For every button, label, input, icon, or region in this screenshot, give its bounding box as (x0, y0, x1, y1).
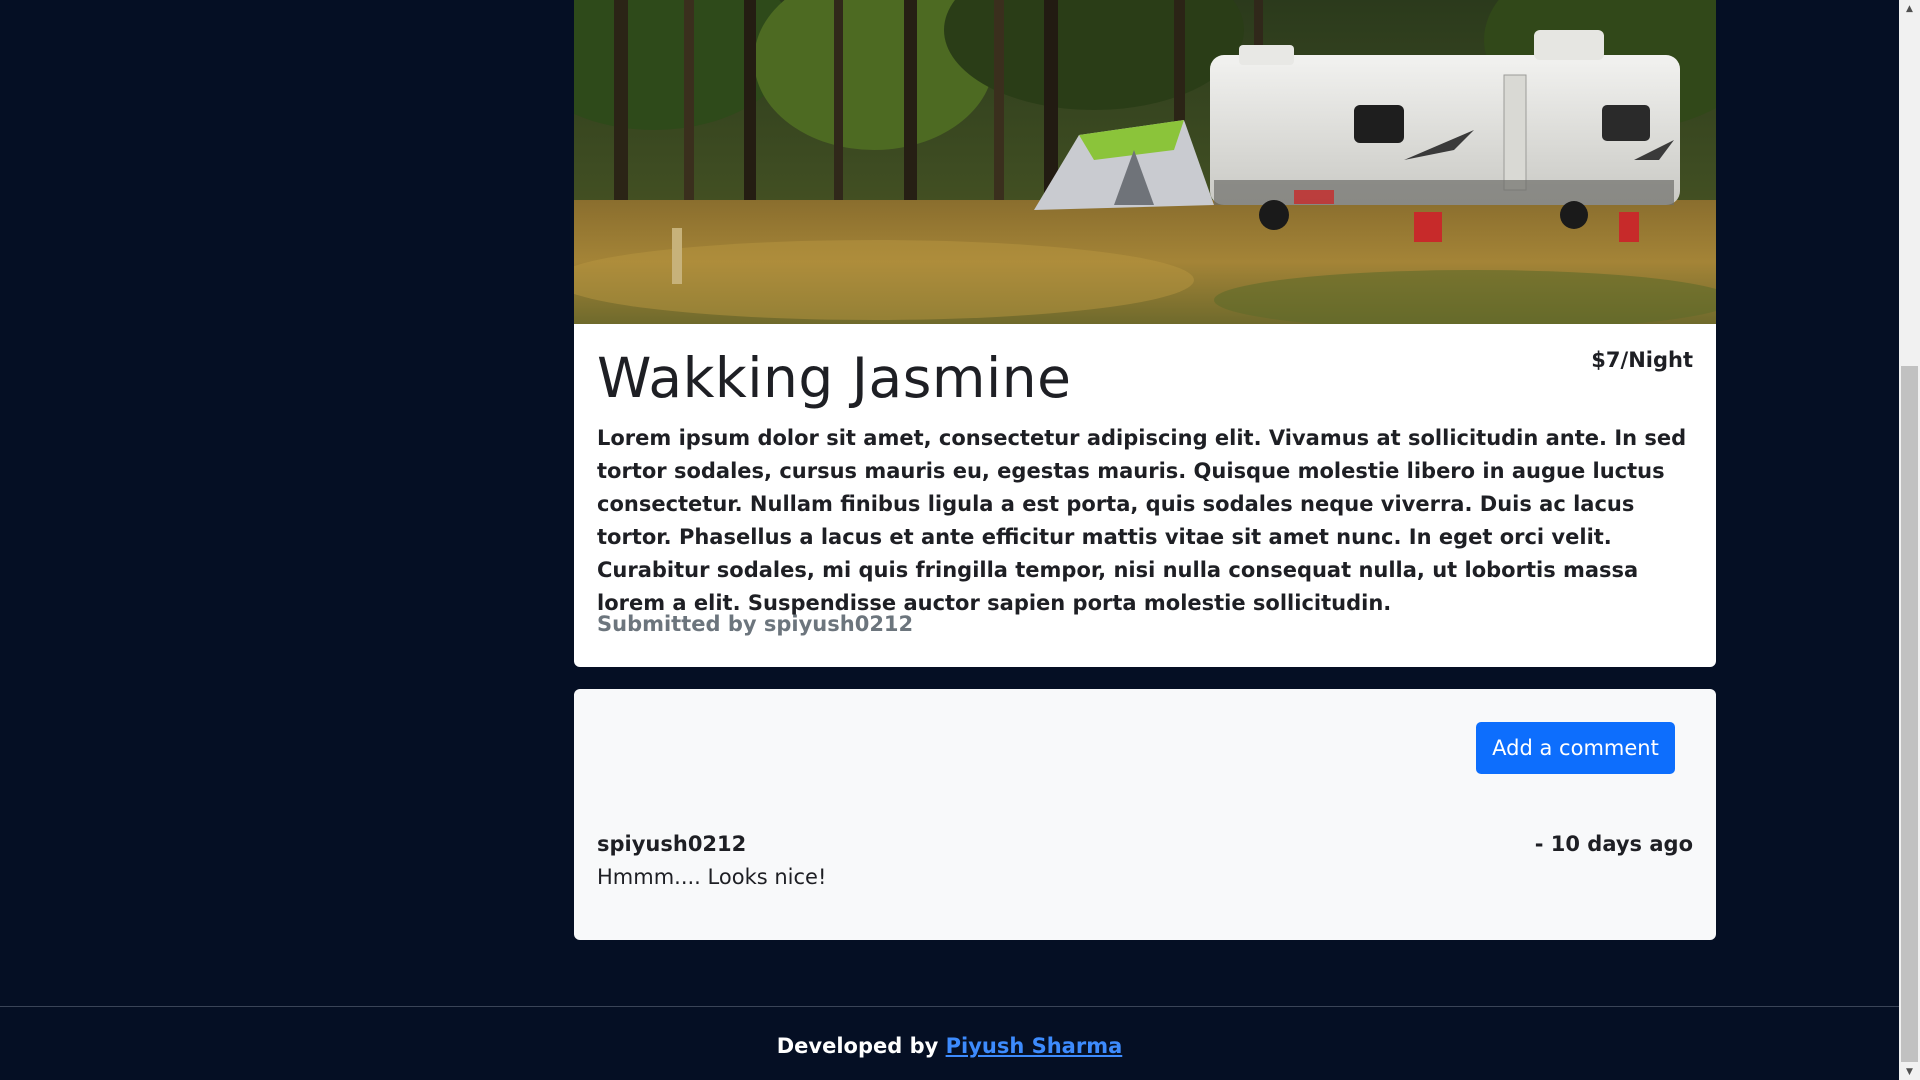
campground-description: Lorem ipsum dolor sit amet, consectetur … (597, 426, 1687, 615)
campground-price: $7/Night (1591, 348, 1693, 372)
author-link[interactable]: Piyush Sharma (946, 1034, 1123, 1058)
footer: Developed by Piyush Sharma (0, 1006, 1899, 1080)
campground-image (574, 0, 1716, 324)
comment-text: Hmmm.... Looks nice! (597, 865, 827, 889)
comment-time: - 10 days ago (1534, 832, 1693, 856)
scrollbar-thumb[interactable] (1901, 366, 1918, 1062)
triangle-down-icon[interactable]: ▼ (1899, 1063, 1920, 1080)
campground-card: Wakking Jasmine $7/Night Lorem ipsum dol… (574, 0, 1716, 667)
vertical-scrollbar[interactable]: ▲ ▼ (1899, 0, 1920, 1080)
triangle-up-icon[interactable]: ▲ (1899, 0, 1920, 17)
campground-title: Wakking Jasmine (597, 346, 1072, 410)
submitted-by: Submitted by spiyush0212 (597, 612, 914, 636)
comments-section: Add a comment spiyush0212 - 10 days ago … (574, 689, 1716, 940)
add-comment-button[interactable]: Add a comment (1476, 722, 1675, 774)
page-viewport: Wakking Jasmine $7/Night Lorem ipsum dol… (0, 0, 1899, 1080)
comment-author: spiyush0212 (597, 832, 747, 856)
footer-credit: Developed by Piyush Sharma (0, 1034, 1899, 1058)
footer-prefix: Developed by (776, 1034, 939, 1058)
